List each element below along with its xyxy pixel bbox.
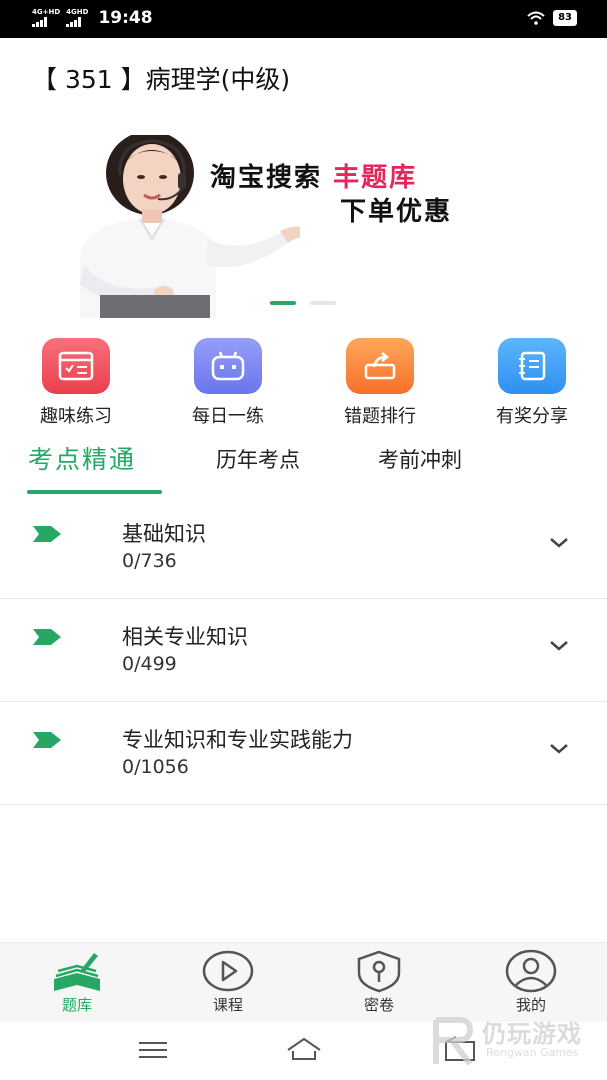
tab-bar: 考点精通 历年考点 考前冲刺 <box>0 440 607 495</box>
chevron-down-icon[interactable] <box>548 536 570 550</box>
quick-actions: 趣味练习 每日一练 错题排行 有奖分享 <box>0 338 607 428</box>
banner-dot-active[interactable] <box>270 301 296 305</box>
banner-headline-text: 淘宝搜索 <box>210 163 323 193</box>
robot-face-icon <box>194 338 262 394</box>
export-box-icon <box>346 338 414 394</box>
nav-label: 课程 <box>212 996 243 1014</box>
banner-dot[interactable] <box>310 301 336 305</box>
nav-profile[interactable]: 我的 <box>476 949 586 1015</box>
section-list: 基础知识 0/736 相关专业知识 0/499 专业知识和专业实践能力 0/10… <box>0 496 607 805</box>
section-progress: 0/736 <box>122 550 177 572</box>
quick-action-error-ranking[interactable]: 错题排行 <box>310 338 450 428</box>
tag-arrow-icon <box>33 732 61 748</box>
list-item[interactable]: 专业知识和专业实践能力 0/1056 <box>0 702 607 805</box>
shield-key-icon <box>352 949 406 993</box>
network-type-label: 4G+HD <box>32 8 61 16</box>
list-item[interactable]: 基础知识 0/736 <box>0 496 607 599</box>
watermark-text: 仍玩游戏 <box>482 1020 582 1048</box>
calendar-check-icon <box>42 338 110 394</box>
section-progress: 0/499 <box>122 653 177 675</box>
quick-action-share[interactable]: 有奖分享 <box>462 338 602 428</box>
section-title: 基础知识 <box>122 522 206 546</box>
section-progress: 0/1056 <box>122 756 189 778</box>
tab-final-sprint[interactable]: 考前冲刺 <box>378 444 462 474</box>
watermark-subtext: Rengwan Games <box>486 1046 579 1059</box>
quick-action-label: 每日一练 <box>192 406 264 427</box>
watermark-logo: 仍玩游戏 Rengwan Games <box>430 1010 600 1070</box>
signal-4g-icon: 4GHD <box>66 9 88 27</box>
banner-subline: 下单优惠 <box>340 197 453 227</box>
chevron-down-icon[interactable] <box>548 639 570 653</box>
promo-banner[interactable]: 淘宝搜索 丰题库 下单优惠 <box>40 135 568 318</box>
tag-arrow-icon <box>33 526 61 542</box>
nav-label: 题库 <box>61 996 92 1014</box>
menu-icon[interactable] <box>133 1034 173 1064</box>
network-type-label-2: 4GHD <box>66 8 89 16</box>
home-icon[interactable] <box>284 1034 324 1064</box>
quick-action-label: 趣味练习 <box>40 406 112 427</box>
tab-past-years[interactable]: 历年考点 <box>216 444 300 474</box>
banner-headline: 淘宝搜索 丰题库 <box>210 157 417 194</box>
status-time: 19:48 <box>98 8 153 28</box>
tab-key-points[interactable]: 考点精通 <box>28 440 136 476</box>
page-title: 【 351 】病理学(中级) <box>32 65 291 94</box>
nav-question-bank[interactable]: 题库 <box>22 949 132 1015</box>
banner-headline-highlight: 丰题库 <box>333 163 418 193</box>
status-bar: 4G+HD 4GHD 19:48 83 <box>0 0 607 38</box>
quick-action-label: 有奖分享 <box>496 406 568 427</box>
nav-label: 密卷 <box>363 996 394 1014</box>
list-item[interactable]: 相关专业知识 0/499 <box>0 599 607 702</box>
play-circle-icon <box>201 949 255 993</box>
quick-action-daily-practice[interactable]: 每日一练 <box>158 338 298 428</box>
wifi-icon <box>527 11 545 25</box>
user-circle-icon <box>504 949 558 993</box>
tag-arrow-icon <box>33 629 61 645</box>
active-tab-indicator <box>27 490 162 494</box>
battery-indicator: 83 <box>553 10 577 26</box>
nav-courses[interactable]: 课程 <box>173 949 283 1015</box>
nav-secret-papers[interactable]: 密卷 <box>324 949 434 1015</box>
question-bank-icon <box>50 949 104 993</box>
notebook-icon <box>498 338 566 394</box>
section-title: 专业知识和专业实践能力 <box>122 728 353 752</box>
section-title: 相关专业知识 <box>122 625 248 649</box>
signal-4g-plus-icon: 4G+HD <box>32 9 60 27</box>
quick-action-fun-practice[interactable]: 趣味练习 <box>6 338 146 428</box>
quick-action-label: 错题排行 <box>344 406 416 427</box>
banner-pagination <box>270 301 336 305</box>
chevron-down-icon[interactable] <box>548 742 570 756</box>
